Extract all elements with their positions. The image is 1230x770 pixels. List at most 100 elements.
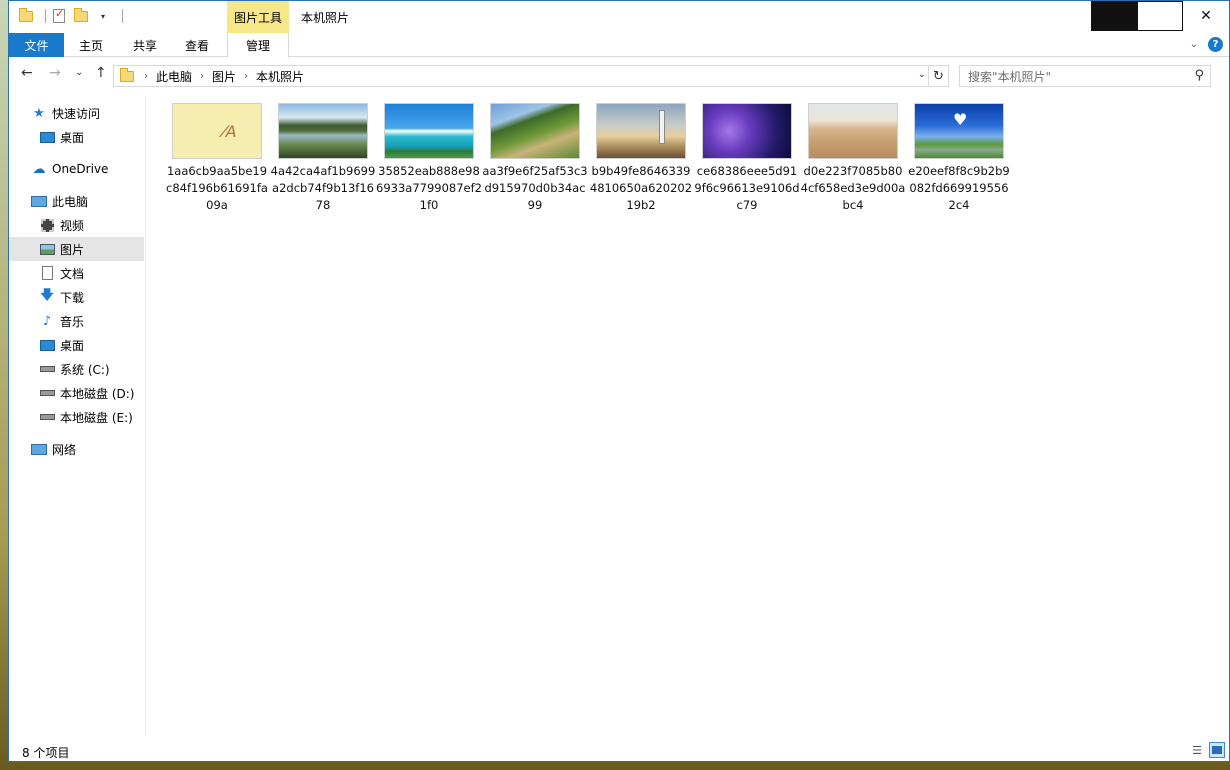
- sidebar-item-pictures[interactable]: 图片: [9, 237, 144, 261]
- up-button[interactable]: ↑: [95, 65, 107, 81]
- cloud-icon: ☁: [32, 161, 46, 177]
- breadcrumb-pictures[interactable]: 图片: [208, 68, 240, 85]
- file-name: aa3f9e6f25af53c3d915970d0b34ac99: [482, 164, 588, 212]
- window-controls: ✕: [1091, 1, 1229, 31]
- folder-icon: [120, 67, 134, 82]
- tab-view[interactable]: 查看: [173, 33, 221, 57]
- breadcrumb-separator-icon[interactable]: ›: [140, 71, 152, 82]
- sidebar-item-label: 桌面: [60, 130, 85, 145]
- drive-icon: [39, 385, 55, 401]
- thumbnail-yellow-note: ⁄A: [172, 103, 262, 159]
- sidebar-item-label: 文档: [60, 266, 85, 281]
- ribbon-tabs: 文件 主页 共享 查看 管理 ⌄ ?: [9, 33, 1229, 58]
- tab-share[interactable]: 共享: [119, 33, 171, 57]
- details-view-icon[interactable]: ☰: [1189, 742, 1205, 758]
- sidebar-item-quick-access[interactable]: ★ 快速访问: [31, 101, 100, 125]
- file-item[interactable]: aa3f9e6f25af53c3d915970d0b34ac99: [482, 97, 588, 214]
- desktop-icon: [39, 129, 55, 145]
- sidebar-item-desktop[interactable]: 桌面: [39, 125, 84, 149]
- download-icon: 🡇: [40, 288, 54, 303]
- file-name: 1aa6cb9aa5be19c84f196b61691fa09a: [166, 164, 268, 212]
- file-item[interactable]: ⁄A 1aa6cb9aa5be19c84f196b61691fa09a: [164, 97, 270, 214]
- sidebar-item-drive-e[interactable]: 本地磁盘 (E:): [39, 405, 133, 429]
- new-folder-icon[interactable]: [72, 7, 90, 25]
- status-bar: 8 个项目 ☰: [9, 739, 1229, 761]
- address-bar[interactable]: › 此电脑 › 图片 › 本机照片 ⌄ ↻: [113, 65, 949, 87]
- sidebar-item-label: 系统 (C:): [60, 362, 110, 377]
- breadcrumb-separator-icon[interactable]: ›: [240, 71, 252, 82]
- breadcrumb-camera-roll[interactable]: 本机照片: [252, 68, 308, 85]
- file-item[interactable]: 35852eab888e986933a7799087ef21f0: [376, 97, 482, 214]
- sidebar-item-this-pc[interactable]: 此电脑: [31, 189, 88, 213]
- view-toggle: ☰: [1189, 742, 1225, 758]
- sidebar-item-label: 音乐: [60, 314, 85, 329]
- minimize-button[interactable]: [1091, 1, 1137, 31]
- sidebar-item-music[interactable]: ♪ 音乐: [39, 309, 84, 333]
- forward-button[interactable]: →: [49, 65, 61, 81]
- close-button[interactable]: ✕: [1183, 1, 1229, 31]
- sidebar-item-label: 视频: [60, 218, 85, 233]
- ribbon-controls: ⌄ ?: [1190, 37, 1223, 52]
- file-item[interactable]: b9b49fe86463394810650a62020219b2: [588, 97, 694, 214]
- file-name: ce68386eee5d919f6c96613e9106dc79: [694, 164, 800, 212]
- maximize-button[interactable]: [1137, 1, 1183, 31]
- toolbar-divider: [122, 9, 123, 23]
- sidebar-item-downloads[interactable]: 🡇 下载: [39, 285, 84, 309]
- search-input[interactable]: 搜索"本机照片" ⚲: [959, 65, 1211, 87]
- sidebar-item-documents[interactable]: 文档: [39, 261, 84, 285]
- file-name: d0e223f7085b804cf658ed3e9d00abc4: [800, 164, 906, 212]
- search-icon[interactable]: ⚲: [1194, 68, 1204, 83]
- file-item[interactable]: d0e223f7085b804cf658ed3e9d00abc4: [800, 97, 906, 214]
- sidebar-item-label: 本地磁盘 (D:): [60, 386, 135, 401]
- sidebar-item-drive-c[interactable]: 系统 (C:): [39, 357, 110, 381]
- large-icons-view-icon[interactable]: [1209, 742, 1225, 758]
- thumbnail-lighthouse: [596, 103, 686, 159]
- recent-locations-chevron-icon[interactable]: ⌄: [75, 67, 83, 78]
- address-history-chevron-icon[interactable]: ⌄: [918, 69, 926, 80]
- folder-icon[interactable]: [17, 7, 35, 25]
- sidebar-item-videos[interactable]: 视频: [39, 213, 84, 237]
- sidebar-item-onedrive[interactable]: ☁ OneDrive: [31, 157, 109, 181]
- drive-icon: [39, 409, 55, 425]
- customize-toolbar-chevron-icon[interactable]: ▾: [94, 7, 112, 25]
- sidebar-item-label: 桌面: [60, 338, 85, 353]
- video-icon: [39, 217, 55, 233]
- network-icon: [31, 441, 47, 457]
- file-item[interactable]: ce68386eee5d919f6c96613e9106dc79: [694, 97, 800, 214]
- file-name: b9b49fe86463394810650a62020219b2: [589, 164, 693, 212]
- tab-home[interactable]: 主页: [67, 33, 115, 57]
- file-name: 4a42ca4af1b9699a2dcb74f9b13f1678: [270, 164, 376, 212]
- properties-icon[interactable]: [50, 7, 68, 25]
- sidebar-item-label: 图片: [60, 242, 85, 257]
- help-icon[interactable]: ?: [1208, 37, 1223, 52]
- breadcrumb-separator-icon[interactable]: ›: [196, 71, 208, 82]
- minimize-icon: [1091, 1, 1137, 31]
- back-button[interactable]: ←: [21, 65, 33, 81]
- toolbar-divider: [45, 9, 46, 23]
- file-item[interactable]: ♥ e20eef8f8c9b2b9082fd6699195562c4: [906, 97, 1012, 214]
- sidebar-item-label: 下载: [60, 290, 85, 305]
- file-item[interactable]: 4a42ca4af1b9699a2dcb74f9b13f1678: [270, 97, 376, 214]
- sidebar-item-label: OneDrive: [52, 162, 109, 176]
- file-list: ⁄A 1aa6cb9aa5be19c84f196b61691fa09a 4a42…: [154, 97, 1224, 737]
- sidebar-item-desktop-2[interactable]: 桌面: [39, 333, 84, 357]
- title-bar: ▾ 图片工具 本机照片 ✕: [9, 1, 1229, 33]
- quick-access-toolbar: ▾: [17, 7, 123, 25]
- file-name: 35852eab888e986933a7799087ef21f0: [376, 164, 482, 212]
- sidebar-item-label: 快速访问: [52, 106, 101, 121]
- pictures-icon: [39, 241, 55, 257]
- sidebar-item-network[interactable]: 网络: [31, 437, 76, 461]
- system-drive-icon: [39, 361, 55, 377]
- expand-ribbon-chevron-icon[interactable]: ⌄: [1190, 39, 1198, 50]
- sidebar-item-drive-d[interactable]: 本地磁盘 (D:): [39, 381, 134, 405]
- refresh-button[interactable]: ↻: [928, 66, 948, 86]
- thumbnail-green-path: [490, 103, 580, 159]
- thumbnail-heart-cloud-road: ♥: [914, 103, 1004, 159]
- breadcrumb-this-pc[interactable]: 此电脑: [152, 68, 196, 85]
- thumbnail-lake-reflection: [278, 103, 368, 159]
- tab-file[interactable]: 文件: [9, 33, 64, 57]
- music-icon: ♪: [42, 313, 52, 329]
- desktop-icon: [39, 337, 55, 353]
- thumbnail-purple-tree-night: [702, 103, 792, 159]
- tab-manage[interactable]: 管理: [227, 33, 289, 58]
